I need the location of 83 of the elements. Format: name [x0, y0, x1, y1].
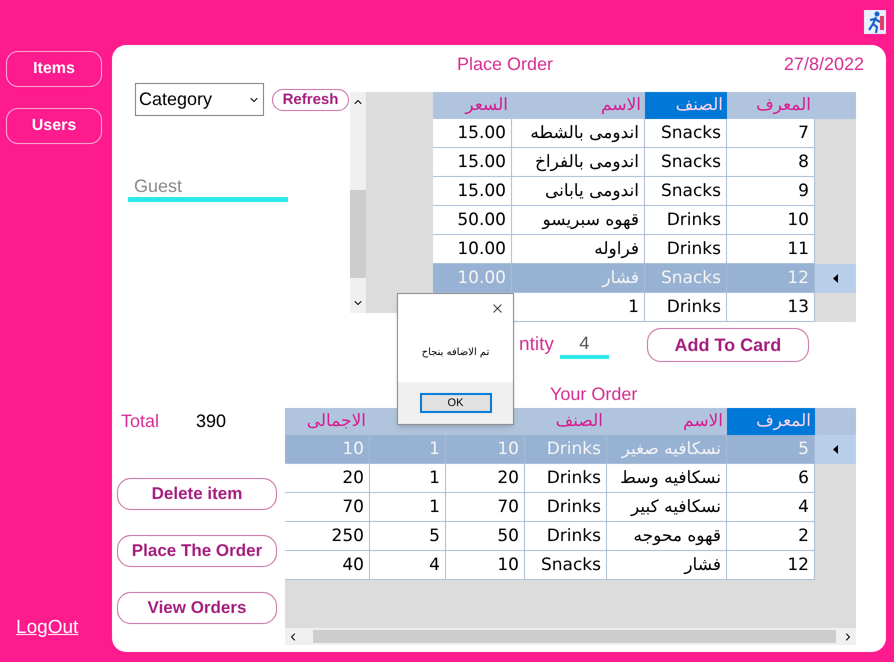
dialog-message: تم الاضافه بنجاح: [422, 346, 490, 360]
table-cell-text: 10: [496, 554, 520, 577]
table-cell-text: 9: [797, 180, 810, 203]
table-cell-text: اندومى يابانى: [544, 180, 640, 203]
action-button[interactable]: Place The Order: [117, 535, 277, 567]
category-dropdown[interactable]: Category: [135, 83, 264, 116]
table-cell-text: Drinks: [666, 296, 722, 319]
table-cell-text: Snacks: [660, 267, 722, 290]
table-cell-text: Snacks: [660, 122, 722, 145]
table-cell-text: Snacks: [660, 180, 722, 203]
table-cell-text: 6: [797, 467, 810, 490]
page-title: Place Order: [457, 52, 554, 76]
table-cell-text: 12: [786, 554, 810, 577]
horizontal-scrollbar[interactable]: [285, 628, 856, 645]
table-cell-text: 11: [786, 238, 810, 261]
customer-name-field[interactable]: Guest: [128, 175, 288, 202]
table-cell-text: فراوله: [593, 238, 640, 261]
table-cell-text: قهوه سبريسو: [540, 209, 640, 232]
table-cell-text: Snacks: [540, 554, 602, 577]
table-cell-text: نسكافيه كبير: [629, 496, 722, 519]
table-cell-text: 40: [341, 554, 365, 577]
table-cell-text: Drinks: [666, 209, 722, 232]
table-cell-text: قهوه محوجه: [632, 525, 722, 548]
table-cell-text: 1: [428, 438, 441, 461]
table-cell-text: Snacks: [660, 151, 722, 174]
section-title: Your Order: [550, 383, 638, 405]
table-cell-text: 13: [786, 296, 810, 319]
table-cell-text: 20: [496, 467, 520, 490]
table-cell-text: نسكافيه وسط: [619, 467, 722, 490]
quantity-field[interactable]: 4: [560, 331, 609, 359]
table-cell-text: 4: [797, 496, 810, 519]
table-cell-text: 10.00: [456, 267, 507, 290]
table-cell-text: 70: [341, 496, 365, 519]
table-cell-text: 10: [496, 438, 520, 461]
table-cell-text: 15.00: [456, 151, 507, 174]
action-button[interactable]: View Orders: [117, 592, 277, 624]
ok-button[interactable]: OK: [420, 393, 492, 413]
table-cell-text: 12: [786, 267, 810, 290]
action-button[interactable]: Delete item: [117, 478, 277, 510]
logout-link[interactable]: LogOut: [16, 614, 78, 642]
column-header[interactable]: الصنف: [645, 92, 727, 119]
table-cell-text: Drinks: [546, 438, 602, 461]
table-cell-text: 5: [428, 525, 441, 548]
running-person-icon[interactable]: [864, 10, 886, 34]
table-cell-text: فشار: [600, 267, 640, 290]
order-date: 27/8/2022: [784, 52, 864, 76]
table-cell-text: Drinks: [546, 525, 602, 548]
table-cell-text: 2: [797, 525, 810, 548]
table-cell-text: Drinks: [546, 496, 602, 519]
table-cell-text: 50.00: [456, 209, 507, 232]
total-label: Total: [121, 410, 160, 432]
table-cell-text: Drinks: [546, 467, 602, 490]
table-cell-text: 15.00: [456, 180, 507, 203]
current-row-icon: [833, 274, 838, 283]
add-to-card-button[interactable]: Add To Card: [646, 328, 809, 362]
quantity-label: ntity: [519, 332, 554, 357]
table-cell-text: 1: [428, 467, 441, 490]
table-cell-text: 250: [330, 525, 365, 548]
table-cell-text: 10.00: [456, 238, 507, 261]
column-header[interactable]: المعرف: [727, 408, 815, 435]
table-cell-text: 1: [627, 296, 640, 319]
sidebar-button[interactable]: Users: [6, 108, 102, 144]
table-cell-text: 70: [496, 496, 520, 519]
table-cell-text: 8: [797, 151, 810, 174]
table-cell-text: نسكافيه صغير: [620, 438, 722, 461]
table-cell-text: 10: [786, 209, 810, 232]
table-cell-text: فشار: [682, 554, 722, 577]
table-cell-text: 50: [496, 525, 520, 548]
table-cell-text: اندومى بالفراخ: [534, 151, 640, 174]
table-cell-text: 10: [341, 438, 365, 461]
table-cell-text: اندومى بالشطه: [529, 122, 640, 145]
table-cell-text: 5: [797, 438, 810, 461]
table-cell-text: 1: [428, 496, 441, 519]
total-value: 390: [196, 410, 226, 432]
sidebar-button[interactable]: Items: [6, 51, 102, 87]
current-row-icon: [833, 445, 838, 454]
vertical-scrollbar[interactable]: [350, 92, 366, 313]
table-cell-text: 4: [428, 554, 441, 577]
table-cell-text: 7: [797, 122, 810, 145]
table-cell-text: 20: [341, 467, 365, 490]
refresh-button[interactable]: Refresh: [272, 88, 349, 110]
table-cell-text: Drinks: [666, 238, 722, 261]
table-cell-text: 15.00: [456, 122, 507, 145]
